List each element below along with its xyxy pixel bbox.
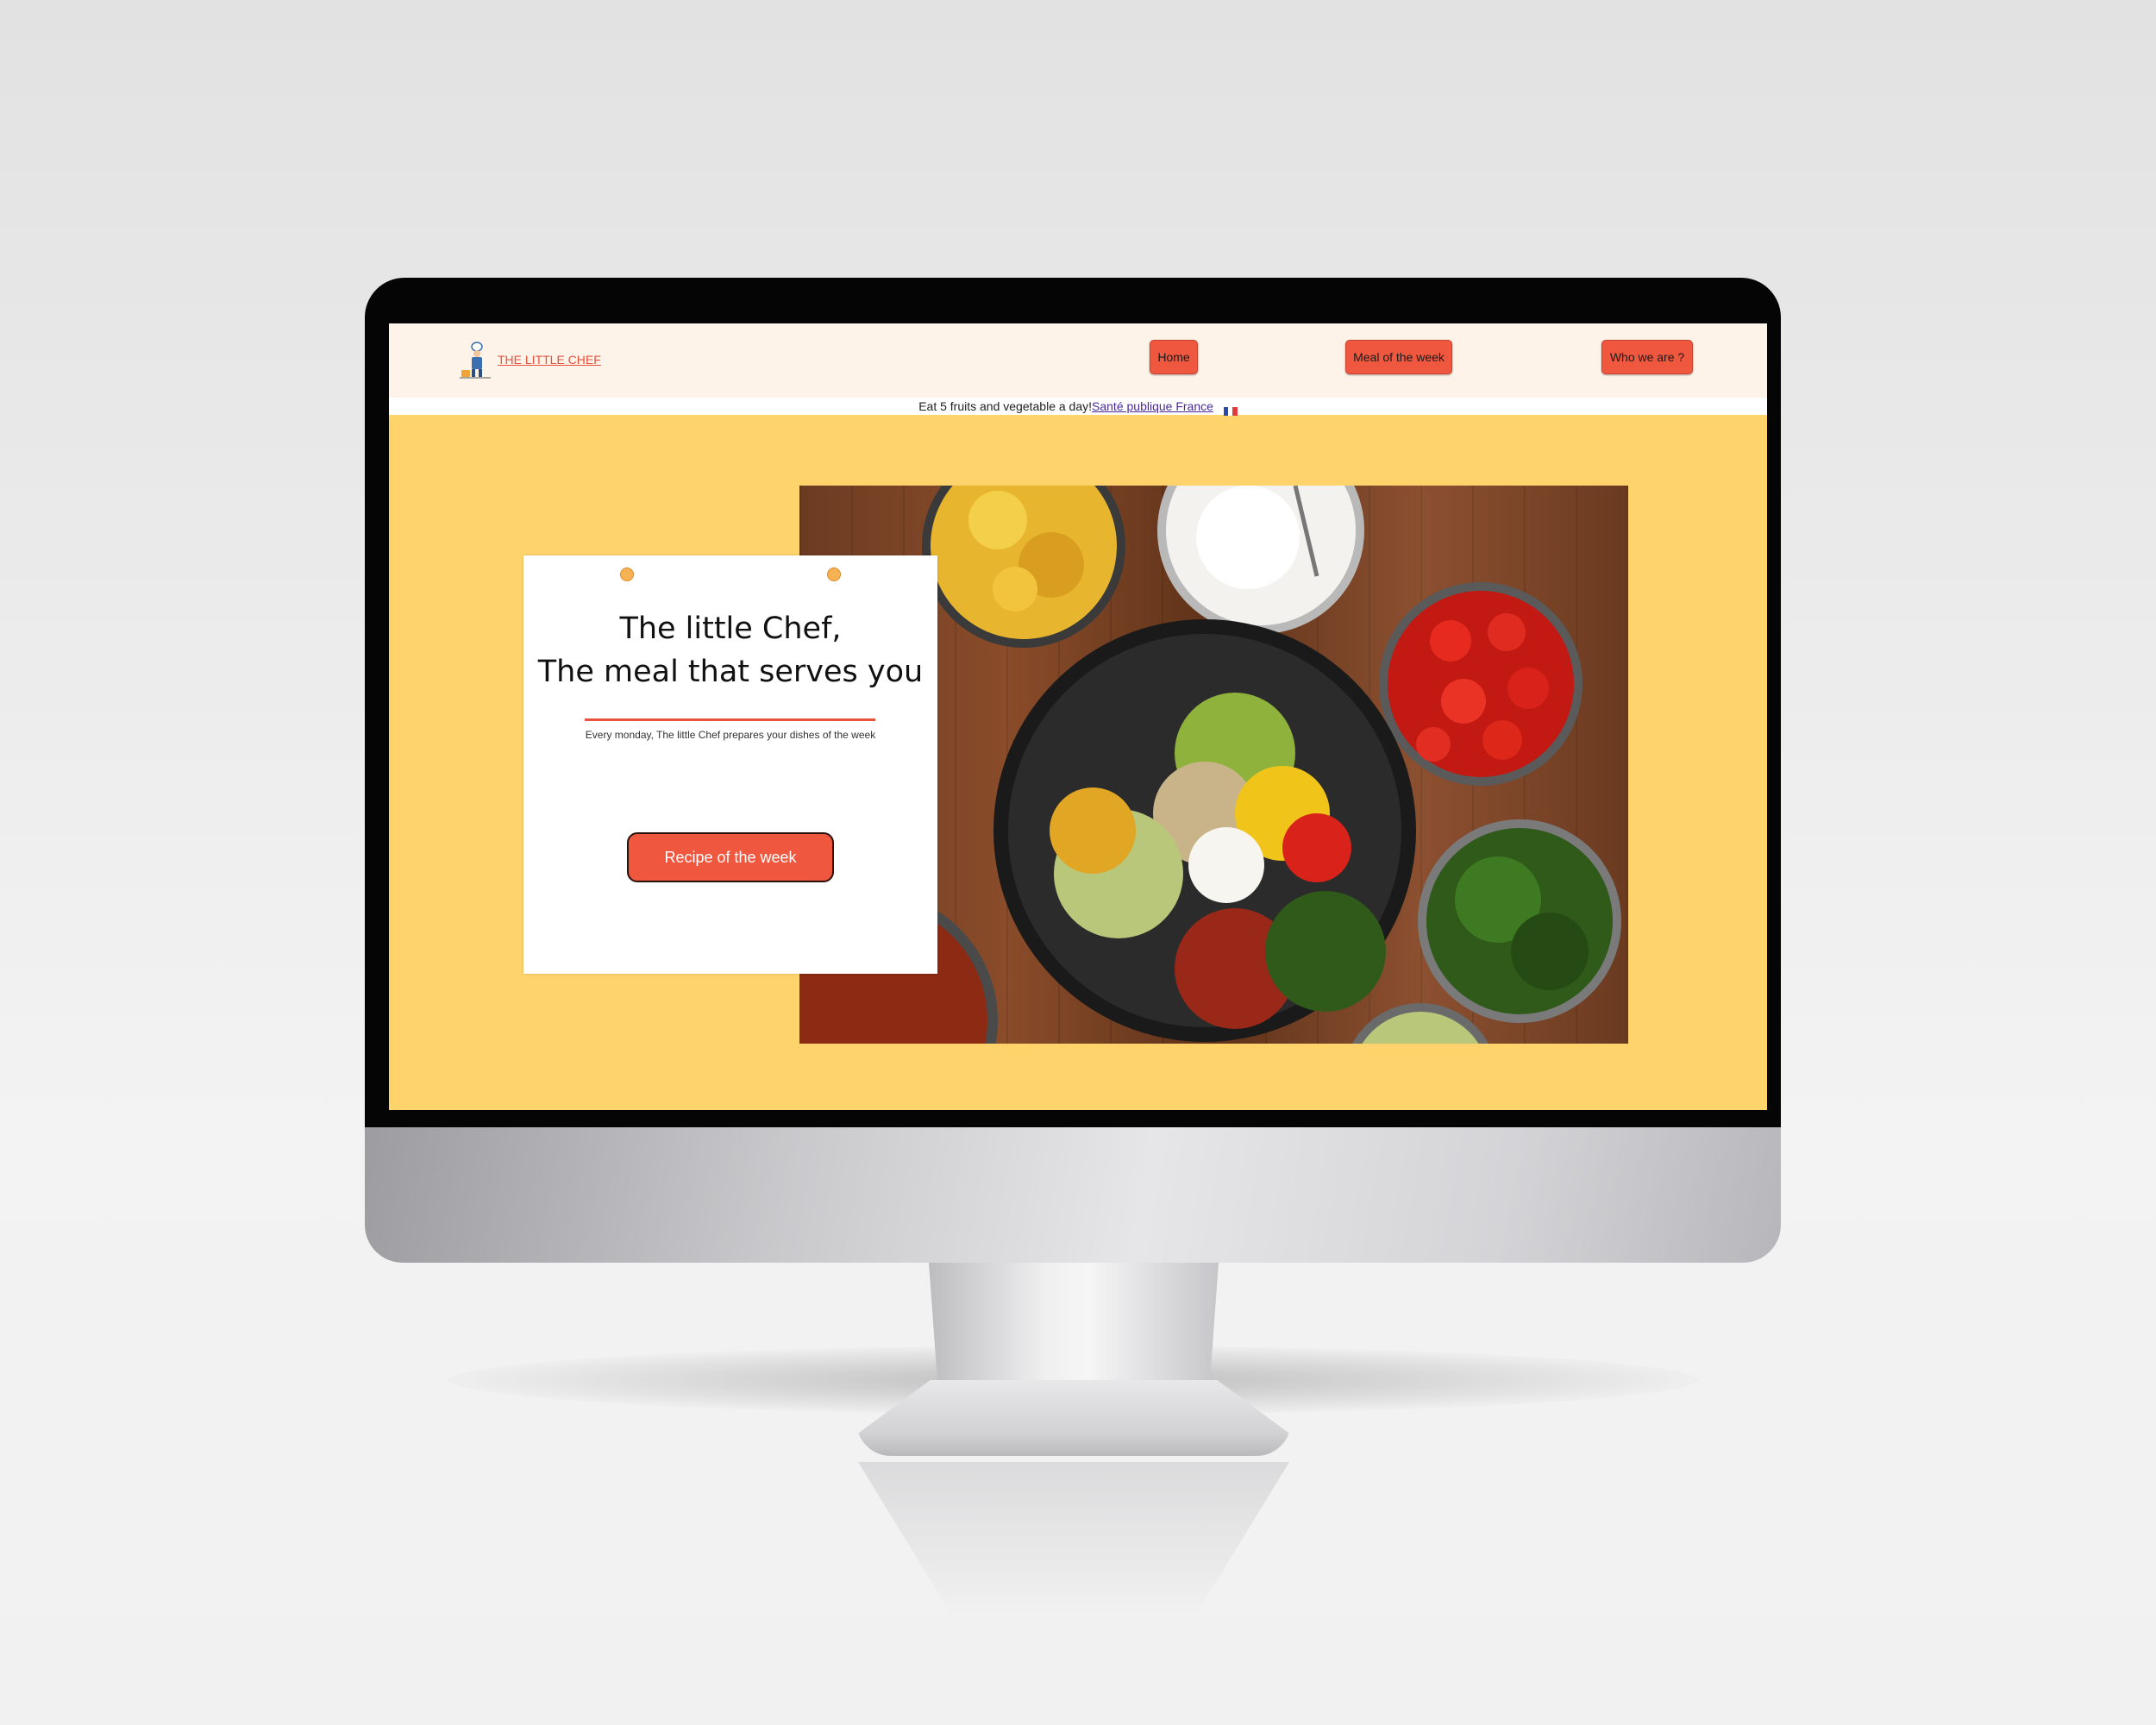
recipe-of-the-week-button[interactable]: Recipe of the week bbox=[627, 832, 834, 882]
sante-publique-link[interactable]: Santé publique France bbox=[1092, 399, 1213, 413]
site-header: THE LITTLE CHEF Home Meal of the week Wh… bbox=[389, 323, 1767, 398]
title-divider bbox=[585, 718, 875, 721]
health-message: Eat 5 fruits and vegetable a day! bbox=[918, 399, 1093, 413]
hero-title-line-1: The little Chef, bbox=[619, 612, 842, 646]
france-flag-icon bbox=[1223, 403, 1238, 417]
stand-reflection bbox=[858, 1462, 1289, 1617]
nav-home-button[interactable]: Home bbox=[1150, 340, 1198, 374]
nav-meal-of-the-week-button[interactable]: Meal of the week bbox=[1345, 340, 1452, 374]
monitor-chin bbox=[365, 1127, 1781, 1263]
hero-title-line-2: The meal that serves you bbox=[537, 655, 924, 689]
brand-name: THE LITTLE CHEF bbox=[498, 353, 601, 367]
hero-title: The little Chef, The meal that serves yo… bbox=[523, 607, 937, 693]
brand-logo-link[interactable]: THE LITTLE CHEF bbox=[460, 341, 601, 379]
pin-icon bbox=[827, 568, 841, 581]
health-info-bar: Eat 5 fruits and vegetable a day!Santé p… bbox=[389, 398, 1767, 417]
nav-who-we-are-button[interactable]: Who we are ? bbox=[1601, 340, 1693, 374]
chef-icon bbox=[460, 342, 491, 379]
hero-card: The little Chef, The meal that serves yo… bbox=[523, 555, 937, 974]
monitor-stand-base bbox=[856, 1380, 1291, 1456]
monitor-screen: THE LITTLE CHEF Home Meal of the week Wh… bbox=[389, 323, 1767, 1110]
hero-subtitle: Every monday, The little Chef prepares y… bbox=[585, 729, 876, 741]
pin-icon bbox=[620, 568, 634, 581]
